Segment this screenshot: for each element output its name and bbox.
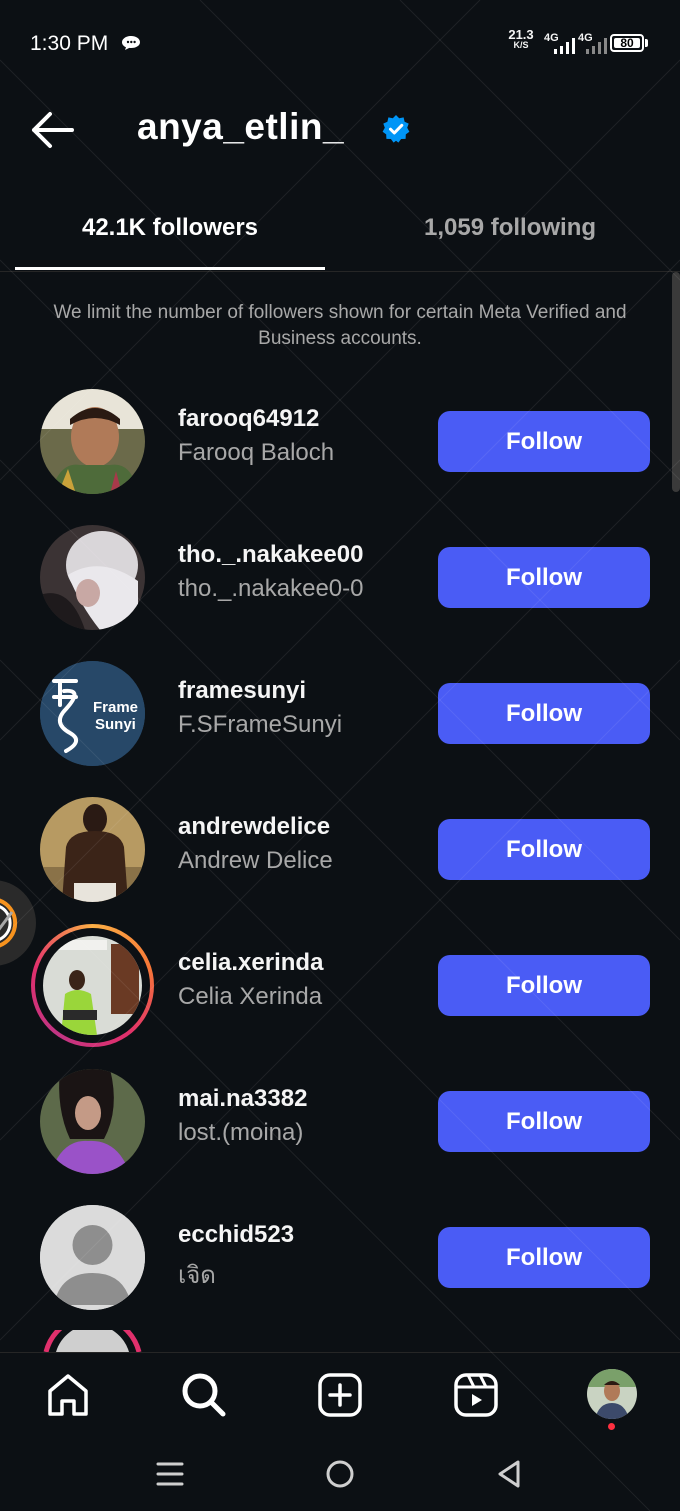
default-avatar-icon xyxy=(40,1205,145,1310)
follower-full-name: lost.(moina) xyxy=(178,1119,304,1146)
follower-full-name: F.SFrameSunyi xyxy=(178,711,343,738)
signal-icon-2: 4G xyxy=(578,32,608,54)
status-bar: 1:30 PM 21.3 K/S 4G 4G 80 xyxy=(0,0,680,80)
back-arrow-icon xyxy=(32,112,74,148)
tab-following-label: 1,059 following xyxy=(423,214,597,241)
tab-following[interactable]: 1,059 following xyxy=(360,205,660,269)
follow-button[interactable]: Follow xyxy=(438,819,650,880)
follower-row[interactable]: andrewdelice Andrew Delice Follow xyxy=(0,797,680,933)
follower-username[interactable]: tho._.nakakee00 xyxy=(178,541,363,569)
nav-reels[interactable] xyxy=(452,1371,500,1419)
circle-home-icon xyxy=(326,1460,354,1488)
bottom-nav xyxy=(0,1352,680,1437)
create-icon xyxy=(318,1373,362,1417)
follower-full-name: Andrew Delice xyxy=(178,847,333,874)
follow-button[interactable]: Follow xyxy=(438,683,650,744)
back-button[interactable] xyxy=(28,108,76,152)
signal-icon-1: 4G xyxy=(544,32,576,54)
avatar[interactable]: Frame Sunyi xyxy=(40,661,145,766)
follow-button[interactable]: Follow xyxy=(438,955,650,1016)
tab-followers-label: 42.1K followers xyxy=(81,214,259,241)
chat-notification-icon xyxy=(122,36,140,50)
status-time: 1:30 PM xyxy=(30,32,109,55)
follower-username[interactable]: ecchid523 xyxy=(178,1221,294,1249)
profile-username: anya_etlin_ xyxy=(137,106,345,147)
follower-row[interactable]: mai.na3382 lost.(moina) Follow xyxy=(0,1069,680,1205)
nav-create[interactable] xyxy=(316,1371,364,1419)
follower-full-name: Farooq Baloch xyxy=(178,439,335,466)
follower-full-name: tho._.nakakee0-0 xyxy=(178,575,364,602)
notification-dot xyxy=(608,1423,615,1430)
follower-username[interactable]: celia.xerinda xyxy=(178,949,323,977)
avatar[interactable] xyxy=(40,389,145,494)
network-speed: 21.3 K/S xyxy=(508,27,534,50)
active-tab-indicator xyxy=(15,267,325,270)
follower-row[interactable]: celia.xerinda Celia Xerinda Follow xyxy=(0,924,680,1069)
nav-home[interactable] xyxy=(44,1371,92,1419)
reels-icon xyxy=(454,1373,498,1417)
tab-followers[interactable]: 42.1K followers xyxy=(15,205,325,269)
home-system-button[interactable] xyxy=(320,1456,360,1492)
battery-nub xyxy=(645,39,648,47)
nav-search[interactable] xyxy=(180,1371,228,1419)
verified-badge-icon xyxy=(382,115,410,143)
follow-button[interactable]: Follow xyxy=(438,547,650,608)
avatar-brand-text: Sunyi xyxy=(95,716,136,733)
follow-button[interactable]: Follow xyxy=(438,411,650,472)
followers-limit-notice: We limit the number of followers shown f… xyxy=(53,302,627,349)
follower-username[interactable]: farooq64912 xyxy=(178,405,319,433)
search-icon xyxy=(182,1373,226,1417)
menu-icon xyxy=(156,1462,184,1486)
avatar[interactable] xyxy=(40,1205,145,1310)
follower-username[interactable]: mai.na3382 xyxy=(178,1085,307,1113)
avatar[interactable] xyxy=(43,936,142,1035)
tab-divider xyxy=(0,271,680,272)
nav-profile-avatar[interactable] xyxy=(587,1369,637,1419)
battery-icon: 80 xyxy=(610,34,644,52)
avatar[interactable] xyxy=(40,525,145,630)
follower-full-name: เจิด xyxy=(178,1262,216,1289)
back-system-button[interactable] xyxy=(490,1456,530,1492)
follower-full-name: Celia Xerinda xyxy=(178,983,323,1010)
system-nav-bar xyxy=(0,1436,680,1511)
avatar[interactable] xyxy=(40,797,145,902)
avatar-brand-text: Frame xyxy=(93,699,139,716)
follow-button[interactable]: Follow xyxy=(438,1227,650,1288)
follower-row[interactable]: Frame Sunyi framesunyi F.SFrameSunyi Fol… xyxy=(0,661,680,797)
follower-username[interactable]: framesunyi xyxy=(178,677,306,705)
follower-row[interactable]: tho._.nakakee00 tho._.nakakee0-0 Follow xyxy=(0,525,680,661)
follower-row[interactable]: farooq64912 Farooq Baloch Follow xyxy=(0,389,680,525)
follower-username[interactable]: andrewdelice xyxy=(178,813,330,841)
avatar[interactable] xyxy=(40,1069,145,1174)
partial-avatar[interactable] xyxy=(40,1330,145,1352)
follower-row[interactable]: ecchid523 เจิด Follow xyxy=(0,1205,680,1341)
triangle-back-icon xyxy=(498,1460,520,1488)
follow-button[interactable]: Follow xyxy=(438,1091,650,1152)
recent-apps-button[interactable] xyxy=(150,1456,190,1492)
home-icon xyxy=(48,1374,88,1416)
